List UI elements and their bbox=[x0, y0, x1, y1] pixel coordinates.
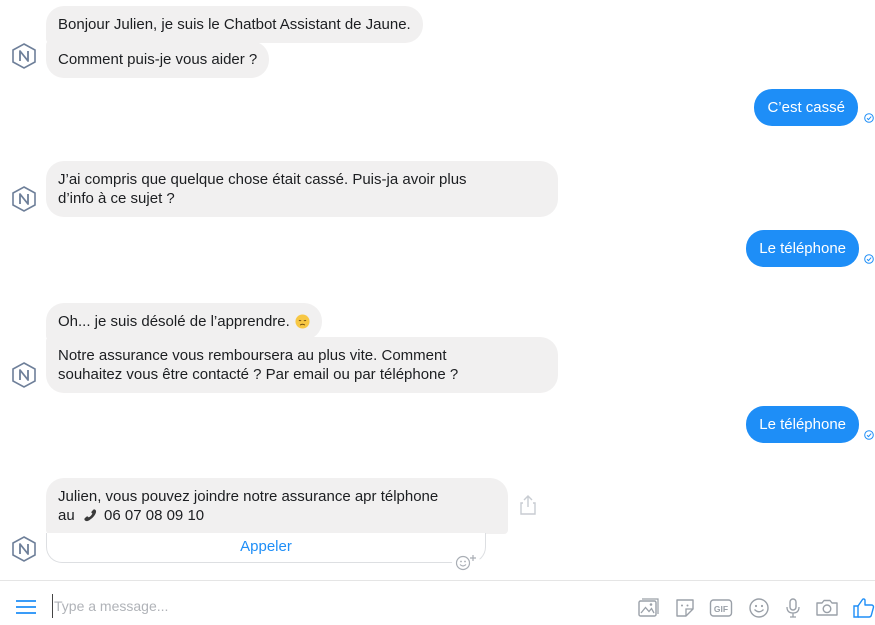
message-text-line: Julien, vous pouvez joindre notre assura… bbox=[58, 488, 439, 505]
microphone-icon[interactable] bbox=[781, 596, 805, 620]
message-text: Le téléphone bbox=[759, 240, 846, 257]
user-message-bubble: C’est cassé bbox=[754, 89, 858, 126]
message-text-line: souhaitez vous être contacté ? Par email… bbox=[58, 366, 459, 383]
bot-message-bubble: Oh... je suis désolé de l’apprendre. bbox=[46, 303, 322, 340]
emoji-icon[interactable] bbox=[747, 596, 771, 620]
bot-message-bubble: Comment puis-je vous aider ? bbox=[46, 41, 270, 78]
add-reaction-icon[interactable] bbox=[452, 551, 480, 573]
message-text: Le téléphone bbox=[759, 416, 846, 433]
user-message-bubble: Le téléphone bbox=[746, 230, 859, 267]
message-composer: GIF bbox=[0, 580, 875, 625]
gif-icon[interactable]: GIF bbox=[709, 596, 733, 620]
photo-icon[interactable] bbox=[636, 596, 660, 620]
phone-number[interactable]: 06 07 08 09 10 bbox=[104, 507, 204, 524]
disappointed-face-emoji bbox=[295, 314, 310, 329]
camera-icon[interactable] bbox=[815, 596, 839, 620]
message-text: Bonjour Julien, je suis le Chatbot Assis… bbox=[58, 16, 411, 33]
message-text-line: J’ai compris que quelque chose était cas… bbox=[58, 171, 467, 188]
seen-check-icon bbox=[864, 254, 874, 264]
svg-text:GIF: GIF bbox=[714, 604, 728, 614]
call-button[interactable]: Appeler bbox=[46, 533, 486, 563]
message-text: Oh... je suis désolé de l’apprendre. bbox=[58, 313, 290, 330]
bot-message-bubble: Bonjour Julien, je suis le Chatbot Assis… bbox=[46, 6, 423, 43]
telephone-receiver-icon bbox=[84, 509, 96, 522]
bot-message-bubble: Julien, vous pouvez joindre notre assura… bbox=[46, 478, 508, 534]
message-text-line: Notre assurance vous remboursera au plus… bbox=[58, 347, 447, 364]
seen-check-icon bbox=[864, 113, 874, 123]
bot-message-bubble: Notre assurance vous remboursera au plus… bbox=[46, 337, 558, 393]
call-button-label: Appeler bbox=[240, 538, 292, 555]
message-list: Bonjour Julien, je suis le Chatbot Assis… bbox=[0, 0, 875, 580]
bot-logo-icon bbox=[12, 536, 36, 562]
bot-logo-icon bbox=[12, 43, 36, 69]
message-text-line: au 06 07 08 09 10 bbox=[58, 506, 496, 525]
menu-icon[interactable] bbox=[15, 599, 37, 615]
user-message-bubble: Le téléphone bbox=[746, 406, 859, 443]
message-text: C’est cassé bbox=[767, 99, 845, 116]
bot-logo-icon bbox=[12, 362, 36, 388]
like-thumb-icon[interactable] bbox=[852, 596, 875, 620]
bot-message-bubble: J’ai compris que quelque chose était cas… bbox=[46, 161, 558, 217]
message-text: Comment puis-je vous aider ? bbox=[58, 51, 258, 68]
seen-check-icon bbox=[864, 430, 874, 440]
bot-logo-icon bbox=[12, 186, 36, 212]
share-icon[interactable] bbox=[518, 494, 538, 516]
message-text-prefix: au bbox=[58, 507, 75, 524]
sticker-icon[interactable] bbox=[673, 596, 697, 620]
message-input[interactable] bbox=[52, 594, 592, 618]
message-text-line: d’info à ce sujet ? bbox=[58, 190, 175, 207]
